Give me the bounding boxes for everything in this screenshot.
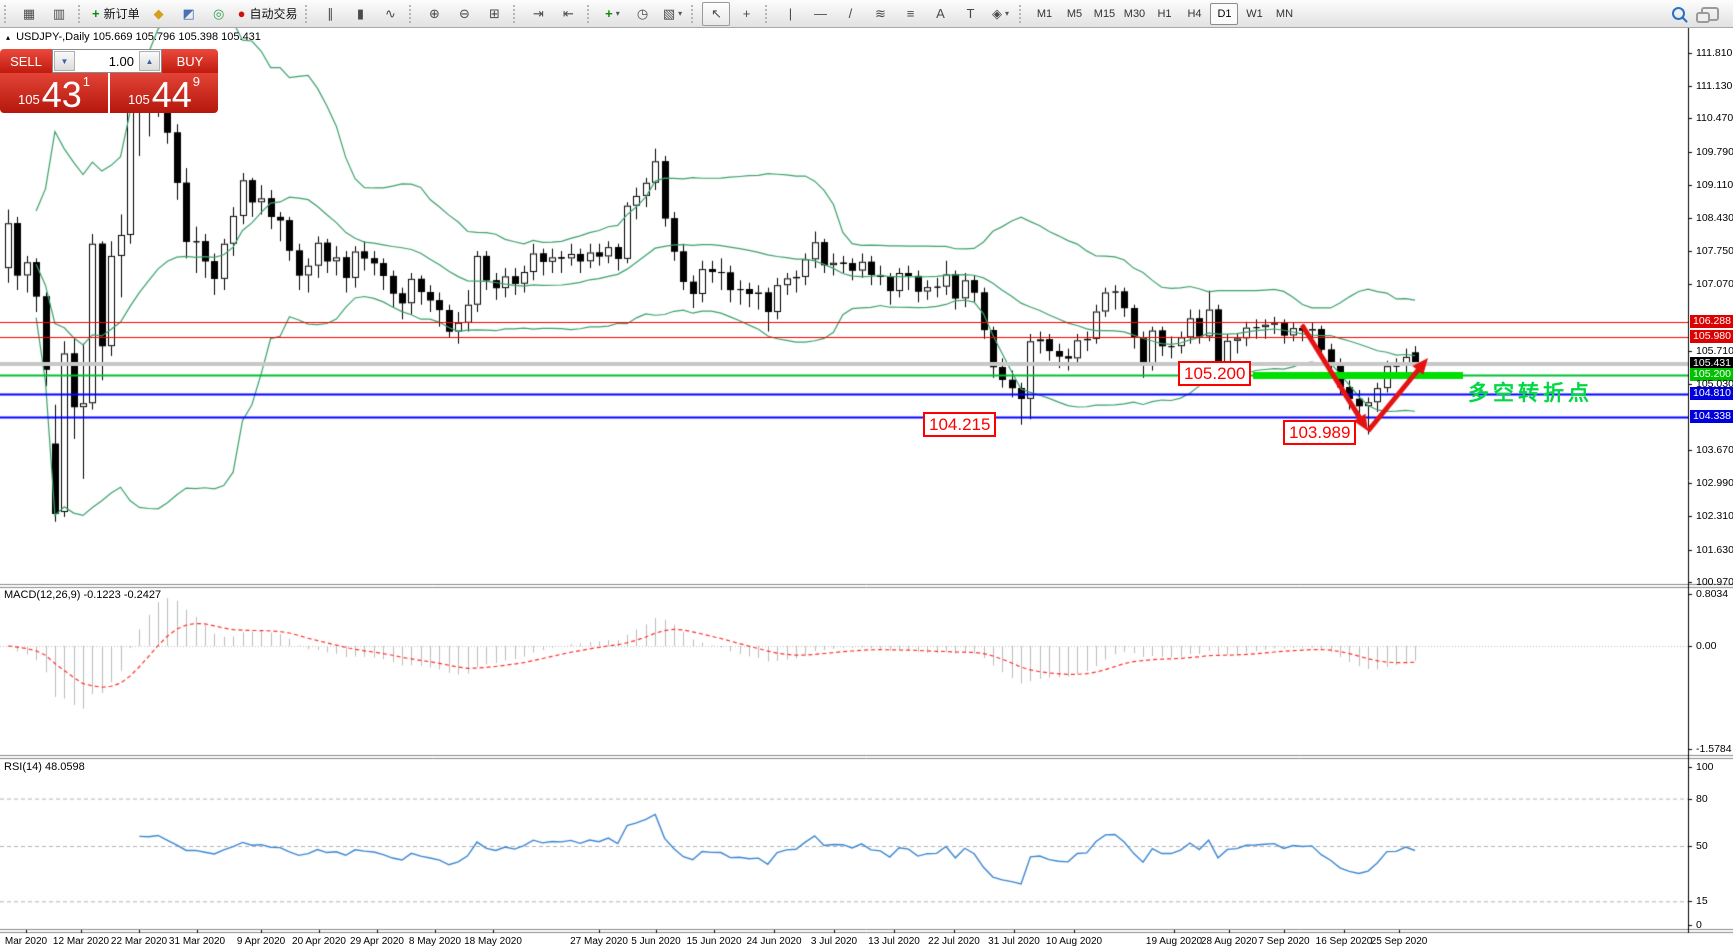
price-axis-label: 103.670 bbox=[1696, 444, 1733, 456]
sell-price-point: 1 bbox=[83, 75, 90, 88]
price-axis-label: 102.990 bbox=[1696, 477, 1733, 489]
price-axis-label: 109.790 bbox=[1696, 146, 1733, 158]
date-axis-label: Mar 2020 bbox=[5, 936, 47, 947]
metatrader-window: ▦▥+新订单◆◩◎●自动交易∥▮∿⊕⊖⊞⇥⇤+▾◷▧▾↖+|—/≋≡AT◈▾M1… bbox=[0, 0, 1733, 951]
price-axis-label: 100.970 bbox=[1696, 576, 1733, 588]
rsi-axis-label: 100 bbox=[1696, 761, 1714, 773]
price-badge: 104.338 bbox=[1690, 410, 1733, 423]
date-axis-label: 22 Mar 2020 bbox=[111, 936, 167, 947]
buy-price[interactable]: 105449 bbox=[110, 73, 218, 113]
date-axis-label: 27 May 2020 bbox=[570, 936, 628, 947]
price-axis-label: 111.130 bbox=[1696, 80, 1732, 92]
date-axis-label: 12 Mar 2020 bbox=[53, 936, 109, 947]
date-axis-label: 20 Apr 2020 bbox=[292, 936, 346, 947]
date-axis-label: 10 Aug 2020 bbox=[1046, 936, 1102, 947]
chart-area: 106.288105.980105.431105.200104.810104.3… bbox=[0, 0, 1733, 951]
rsi-axis-label: 0 bbox=[1696, 919, 1702, 931]
macd-axis-label: 0.8034 bbox=[1696, 588, 1728, 600]
date-axis-label: 25 Sep 2020 bbox=[1371, 936, 1428, 947]
buy-button[interactable]: BUY bbox=[162, 49, 218, 73]
price-axis-label: 105.030 bbox=[1696, 378, 1733, 390]
macd-axis-label: -1.5784 bbox=[1696, 743, 1732, 755]
volume-stepper: ▼ 1.00 ▲ bbox=[52, 49, 162, 73]
price-axis-label: 107.070 bbox=[1696, 278, 1733, 290]
date-axis-label: 31 Jul 2020 bbox=[988, 936, 1040, 947]
date-axis-label: 13 Jul 2020 bbox=[868, 936, 920, 947]
price-axis-label: 108.430 bbox=[1696, 212, 1733, 224]
sell-button[interactable]: SELL bbox=[0, 49, 52, 73]
date-axis-label: 31 Mar 2020 bbox=[169, 936, 225, 947]
date-axis-label: 9 Apr 2020 bbox=[237, 936, 285, 947]
price-badge: 106.288 bbox=[1690, 315, 1733, 328]
volume-decrease-button[interactable]: ▼ bbox=[54, 51, 75, 71]
sell-price[interactable]: 105431 bbox=[0, 73, 108, 113]
date-axis-label: 7 Sep 2020 bbox=[1258, 936, 1309, 947]
date-axis-label: 18 May 2020 bbox=[464, 936, 522, 947]
one-click-trading-panel: SELL ▼ 1.00 ▲ BUY 105431 105449 bbox=[0, 49, 218, 113]
price-axis-label: 107.750 bbox=[1696, 245, 1733, 257]
rsi-indicator-label: RSI(14) 48.0598 bbox=[4, 761, 85, 773]
price-axis-label: 105.710 bbox=[1696, 345, 1733, 357]
price-annotation-low-sep[interactable]: 103.989 bbox=[1283, 420, 1356, 445]
buy-price-point: 9 bbox=[193, 75, 200, 88]
macd-axis-label: 0.00 bbox=[1696, 640, 1716, 652]
date-axis-label: 8 May 2020 bbox=[409, 936, 461, 947]
volume-increase-button[interactable]: ▲ bbox=[139, 51, 160, 71]
buy-price-pips: 44 bbox=[152, 79, 192, 111]
price-annotation-support[interactable]: 105.200 bbox=[1178, 361, 1251, 386]
date-axis-label: 15 Jun 2020 bbox=[686, 936, 741, 947]
macd-indicator-label: MACD(12,26,9) -0.1223 -0.2427 bbox=[4, 589, 161, 601]
date-axis-label: 3 Jul 2020 bbox=[811, 936, 857, 947]
date-axis-label: 28 Aug 2020 bbox=[1201, 936, 1257, 947]
date-axis-label: 22 Jul 2020 bbox=[928, 936, 980, 947]
price-annotation-low-july[interactable]: 104.215 bbox=[923, 412, 996, 437]
price-axis-label: 101.630 bbox=[1696, 544, 1733, 556]
price-axis-label: 111.810 bbox=[1696, 47, 1732, 59]
date-axis-label: 19 Aug 2020 bbox=[1146, 936, 1202, 947]
date-axis-label: 5 Jun 2020 bbox=[631, 936, 681, 947]
date-axis-label: 29 Apr 2020 bbox=[350, 936, 404, 947]
rsi-axis-label: 15 bbox=[1696, 895, 1708, 907]
date-axis-label: 24 Jun 2020 bbox=[746, 936, 801, 947]
chart-marker-icon: ▴ bbox=[6, 33, 10, 42]
sell-price-big-figure: 105 bbox=[18, 89, 40, 111]
chart-ohlc-values: 105.669 105.796 105.398 105.431 bbox=[93, 31, 261, 43]
chart-ohlc-header: ▴ USDJPY-,Daily 105.669 105.796 105.398 … bbox=[6, 31, 261, 43]
price-axis-label: 109.110 bbox=[1696, 179, 1733, 191]
price-axis-label: 102.310 bbox=[1696, 510, 1733, 522]
chart-symbol-label: USDJPY-,Daily bbox=[16, 31, 90, 43]
date-axis-label: 16 Sep 2020 bbox=[1316, 936, 1373, 947]
price-chart-canvas[interactable] bbox=[0, 28, 1733, 951]
price-badge: 105.980 bbox=[1690, 330, 1733, 343]
trend-note-text: 多空转折点 bbox=[1468, 377, 1593, 407]
rsi-axis-label: 50 bbox=[1696, 840, 1708, 852]
price-axis-label: 110.470 bbox=[1696, 112, 1733, 124]
rsi-axis-label: 80 bbox=[1696, 793, 1708, 805]
sell-price-pips: 43 bbox=[42, 79, 82, 111]
volume-input[interactable]: 1.00 bbox=[76, 50, 138, 72]
buy-price-big-figure: 105 bbox=[128, 89, 150, 111]
